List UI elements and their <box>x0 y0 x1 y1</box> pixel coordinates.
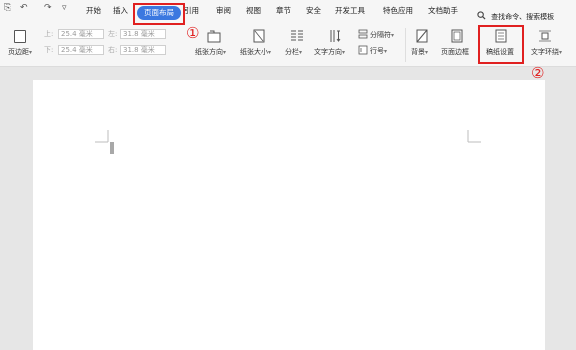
tab-home[interactable]: 开始 <box>86 5 101 16</box>
chevron-down-icon: ▾ <box>223 49 227 56</box>
text-direction-icon <box>330 30 341 42</box>
breaks-icon <box>358 29 368 39</box>
bottom-margin-field[interactable]: 25.4 毫米 <box>58 45 104 55</box>
chevron-down-icon: ▾ <box>559 49 563 56</box>
right-margin-label: 右: <box>108 46 118 54</box>
page-margin-button[interactable]: 页边距▾ <box>6 28 40 62</box>
chevron-down-icon: ▾ <box>425 49 429 56</box>
chevron-down-icon: ▾ <box>384 48 388 55</box>
text-direction-button[interactable]: 文字方向▾ <box>313 28 357 62</box>
line-numbers-button[interactable]: 行号▾ <box>358 44 402 58</box>
text-direction-label: 文字方向 <box>314 48 342 56</box>
tab-doc-assistant[interactable]: 文档助手 <box>428 5 458 16</box>
page-margin-icon <box>14 30 26 43</box>
quick-access-dropdown-icon[interactable]: ▿ <box>62 3 67 13</box>
line-numbers-label: 行号 <box>370 47 384 55</box>
menu-bar: ⎘ ↶ ↷ ▿ 开始 插入 页面布局 引用 审阅 视图 章节 安全 开发工具 特… <box>0 0 576 24</box>
redo-icon[interactable]: ↷ <box>44 3 52 13</box>
search-label: 查找命令、搜索模板 <box>491 13 555 21</box>
undo-icon[interactable]: ↶ <box>20 3 28 13</box>
background-button[interactable]: 背景▾ <box>408 28 436 62</box>
background-icon <box>416 29 428 43</box>
tab-features[interactable]: 特色应用 <box>383 5 413 16</box>
chevron-down-icon: ▾ <box>342 49 346 56</box>
line-numbers-icon <box>358 45 368 55</box>
search-icon <box>477 11 486 20</box>
highlight-box-page-layout-tab <box>133 3 185 25</box>
paper-size-icon <box>253 29 265 43</box>
chevron-down-icon: ▾ <box>29 49 33 56</box>
bottom-margin-label: 下: <box>44 46 54 54</box>
text-cursor <box>110 142 114 154</box>
tab-review[interactable]: 审阅 <box>216 5 231 16</box>
paper-size-button[interactable]: 纸张大小▾ <box>238 28 280 62</box>
left-margin-field[interactable]: 31.8 毫米 <box>120 29 166 39</box>
breaks-button[interactable]: 分隔符▾ <box>358 28 402 42</box>
text-wrap-label: 文字环绕 <box>531 48 559 56</box>
toolbar-separator <box>405 28 406 62</box>
columns-icon <box>291 30 303 41</box>
tab-security[interactable]: 安全 <box>306 5 321 16</box>
tab-references[interactable]: 引用 <box>184 5 199 16</box>
tab-insert[interactable]: 插入 <box>113 5 128 16</box>
background-label: 背景 <box>411 48 425 56</box>
document-page[interactable] <box>33 80 545 350</box>
orientation-icon <box>207 30 221 43</box>
page-border-button[interactable]: 页面边框 <box>438 28 476 62</box>
page-border-icon <box>451 29 463 43</box>
columns-label: 分栏 <box>285 48 299 56</box>
command-search[interactable]: 查找命令、搜索模板 <box>477 4 554 23</box>
top-margin-label: 上: <box>44 30 54 38</box>
print-preview-icon[interactable]: ⎘ <box>4 3 11 13</box>
orientation-label: 纸张方向 <box>195 48 223 56</box>
margin-corner-mark-right <box>467 130 481 143</box>
annotation-marker-2: ② <box>531 64 545 82</box>
text-wrap-icon <box>539 30 551 42</box>
text-wrap-button[interactable]: 文字环绕▾ <box>528 28 576 62</box>
left-margin-label: 左: <box>108 30 118 38</box>
tab-developer[interactable]: 开发工具 <box>335 5 365 16</box>
paper-size-label: 纸张大小 <box>240 48 268 56</box>
chevron-down-icon: ▾ <box>268 49 272 56</box>
annotation-marker-1: ① <box>186 24 200 42</box>
columns-button[interactable]: 分栏▾ <box>283 28 311 62</box>
top-margin-field[interactable]: 25.4 毫米 <box>58 29 104 39</box>
page-border-label: 页面边框 <box>441 48 469 56</box>
chevron-down-icon: ▾ <box>391 32 395 39</box>
chevron-down-icon: ▾ <box>299 49 303 56</box>
tab-view[interactable]: 视图 <box>246 5 261 16</box>
highlight-box-manuscript-settings <box>478 25 524 64</box>
tab-chapter[interactable]: 章节 <box>276 5 291 16</box>
page-margin-label: 页边距 <box>8 48 29 56</box>
breaks-label: 分隔符 <box>370 31 391 39</box>
right-margin-field[interactable]: 31.8 毫米 <box>120 45 166 55</box>
